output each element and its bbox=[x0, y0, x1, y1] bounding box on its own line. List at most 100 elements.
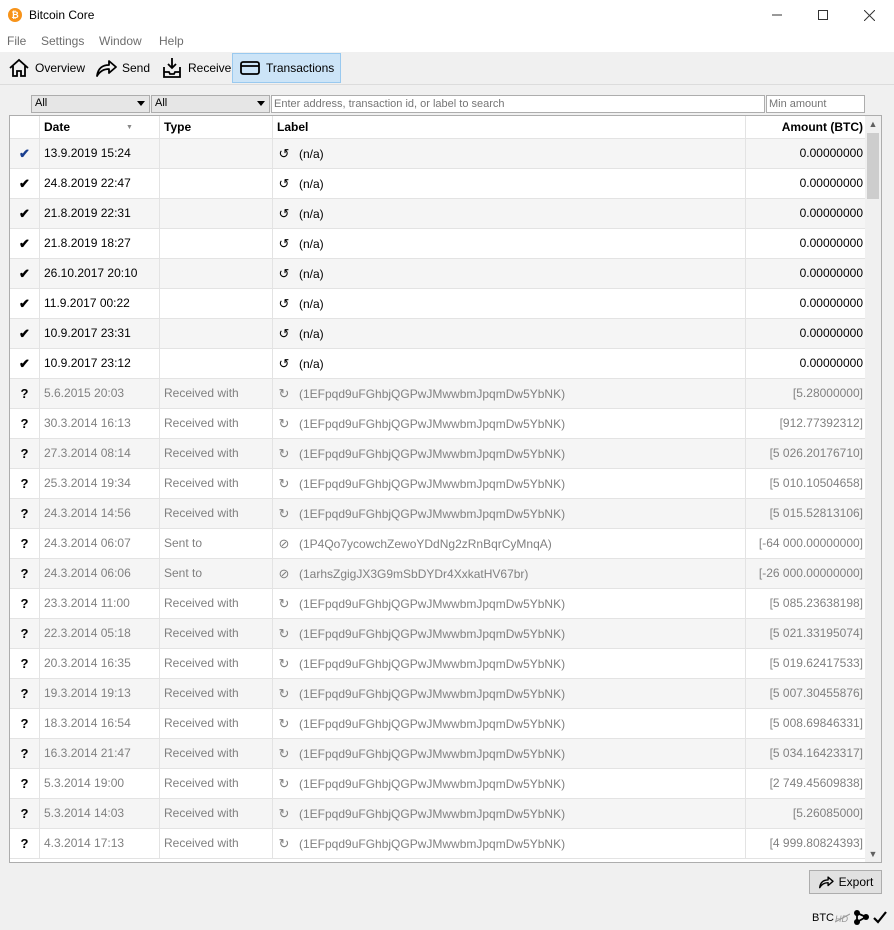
label-text: (1EFpqd9uFGhbjQGPwJMwwbmJpqmDw5YbNK) bbox=[299, 447, 566, 461]
label-cell: ↺ (n/a) bbox=[272, 229, 745, 259]
received-transaction-icon: ↻ bbox=[278, 806, 290, 821]
synced-checkmark-icon[interactable] bbox=[873, 911, 887, 924]
date-cell: 4.3.2014 17:13 bbox=[39, 829, 159, 859]
table-row[interactable]: ? 24.3.2014 14:56 Received with ↻ (1EFpqd9uF… bbox=[10, 499, 867, 529]
table-row[interactable]: ? 18.3.2014 16:54 Received with ↻ (1EFpqd9uF… bbox=[10, 709, 867, 739]
table-row[interactable]: ✔ 10.9.2017 23:31 ↺ (n/a) 0.00000000 bbox=[10, 319, 867, 349]
table-row[interactable]: ? 24.3.2014 06:07 Sent to ⊘ (1P4Qo7ycowchZew… bbox=[10, 529, 867, 559]
status-bar: BTC HD bbox=[0, 906, 894, 930]
menu-window[interactable]: Window bbox=[99, 34, 142, 48]
network-connections-icon[interactable] bbox=[853, 909, 871, 926]
table-row[interactable]: ✔ 10.9.2017 23:12 ↺ (n/a) 0.00000000 bbox=[10, 349, 867, 379]
date-cell: 5.6.2015 20:03 bbox=[39, 379, 159, 409]
label-text: (1EFpqd9uFGhbjQGPwJMwwbmJpqmDw5YbNK) bbox=[299, 387, 566, 401]
confirmed-checkmark-icon: ✔ bbox=[19, 356, 30, 371]
table-row[interactable]: ✔ 26.10.2017 20:10 ↺ (n/a) 0.00000000 bbox=[10, 259, 867, 289]
label-cell: ↻ (1EFpqd9uFGhbjQGPwJMwwbmJpqmDw5YbNK) bbox=[272, 439, 745, 469]
table-row[interactable]: ? 16.3.2014 21:47 Received with ↻ (1EFpqd9uF… bbox=[10, 739, 867, 769]
date-cell: 24.8.2019 22:47 bbox=[39, 169, 159, 199]
table-row[interactable]: ? 5.3.2014 14:03 Received with ↻ (1EFpqd9uFG… bbox=[10, 799, 867, 829]
table-row[interactable]: ? 23.3.2014 11:00 Received with ↻ (1EFpqd9uF… bbox=[10, 589, 867, 619]
label-cell: ↻ (1EFpqd9uFGhbjQGPwJMwwbmJpqmDw5YbNK) bbox=[272, 469, 745, 499]
type-column-header[interactable]: Type bbox=[159, 116, 272, 139]
menu-settings[interactable]: Settings bbox=[41, 34, 84, 48]
unit-selector[interactable]: BTC bbox=[812, 912, 834, 924]
received-transaction-icon: ↻ bbox=[278, 686, 290, 701]
label-cell: ↻ (1EFpqd9uFGhbjQGPwJMwwbmJpqmDw5YbNK) bbox=[272, 709, 745, 739]
table-row[interactable]: ✔ 21.8.2019 18:27 ↺ (n/a) 0.00000000 bbox=[10, 229, 867, 259]
table-row[interactable]: ? 22.3.2014 05:18 Received with ↻ (1EFpqd9uF… bbox=[10, 619, 867, 649]
amount-cell: [2 749.45609838] bbox=[745, 769, 867, 799]
menu-file[interactable]: File bbox=[7, 34, 26, 48]
table-row[interactable]: ? 5.6.2015 20:03 Received with ↻ (1EFpqd9uFG… bbox=[10, 379, 867, 409]
amount-cell: [-64 000.00000000] bbox=[745, 529, 867, 559]
date-cell: 26.10.2017 20:10 bbox=[39, 259, 159, 289]
type-cell: Received with bbox=[159, 499, 272, 529]
minimize-button[interactable] bbox=[754, 0, 800, 30]
date-cell: 16.3.2014 21:47 bbox=[39, 739, 159, 769]
table-row[interactable]: ✔ 11.9.2017 00:22 ↺ (n/a) 0.00000000 bbox=[10, 289, 867, 319]
received-transaction-icon: ↻ bbox=[278, 596, 290, 611]
label-cell: ↺ (n/a) bbox=[272, 169, 745, 199]
minimize-icon bbox=[772, 14, 782, 16]
table-row[interactable]: ? 19.3.2014 19:13 Received with ↻ (1EFpqd9uF… bbox=[10, 679, 867, 709]
date-column-header[interactable]: Date ▼ bbox=[39, 116, 159, 139]
table-row[interactable]: ? 25.3.2014 19:34 Received with ↻ (1EFpqd9uF… bbox=[10, 469, 867, 499]
receive-tab[interactable]: Receive bbox=[155, 53, 237, 83]
maximize-icon bbox=[818, 10, 828, 20]
vertical-scrollbar[interactable]: ▲ ▼ bbox=[865, 116, 881, 862]
overview-tab[interactable]: Overview bbox=[2, 53, 91, 83]
amount-column-header[interactable]: Amount (BTC) bbox=[745, 116, 867, 139]
search-input[interactable] bbox=[271, 95, 765, 113]
table-row[interactable]: ? 30.3.2014 16:13 Received with ↻ (1EFpqd9uF… bbox=[10, 409, 867, 439]
label-text: (1EFpqd9uFGhbjQGPwJMwwbmJpqmDw5YbNK) bbox=[299, 747, 566, 761]
min-amount-input[interactable] bbox=[766, 95, 865, 113]
scrollbar-thumb[interactable] bbox=[867, 133, 879, 199]
date-cell: 20.3.2014 16:35 bbox=[39, 649, 159, 679]
label-column-header[interactable]: Label bbox=[272, 116, 745, 139]
type-cell bbox=[159, 169, 272, 199]
date-cell: 22.3.2014 05:18 bbox=[39, 619, 159, 649]
scroll-down-icon[interactable]: ▼ bbox=[865, 846, 881, 862]
close-button[interactable] bbox=[846, 0, 892, 30]
scroll-up-icon[interactable]: ▲ bbox=[865, 116, 881, 132]
label-text: (1EFpqd9uFGhbjQGPwJMwwbmJpqmDw5YbNK) bbox=[299, 627, 566, 641]
type-cell bbox=[159, 289, 272, 319]
status-column-header[interactable] bbox=[10, 116, 39, 139]
maximize-button[interactable] bbox=[800, 0, 846, 30]
sort-descending-icon: ▼ bbox=[126, 124, 133, 131]
table-row[interactable]: ? 4.3.2014 17:13 Received with ↻ (1EFpqd9uFG… bbox=[10, 829, 867, 859]
transactions-tab[interactable]: Transactions bbox=[232, 53, 342, 83]
unconfirmed-question-icon: ? bbox=[20, 656, 29, 671]
table-row[interactable]: ? 5.3.2014 19:00 Received with ↻ (1EFpqd9uFG… bbox=[10, 769, 867, 799]
type-cell: Received with bbox=[159, 709, 272, 739]
date-cell: 19.3.2014 19:13 bbox=[39, 679, 159, 709]
received-transaction-icon: ↻ bbox=[278, 836, 290, 851]
amount-cell: 0.00000000 bbox=[745, 139, 867, 169]
amount-cell: 0.00000000 bbox=[745, 169, 867, 199]
amount-cell: [5 007.30455876] bbox=[745, 679, 867, 709]
date-cell: 10.9.2017 23:31 bbox=[39, 319, 159, 349]
unconfirmed-question-icon: ? bbox=[20, 626, 29, 641]
label-cell: ↻ (1EFpqd9uFGhbjQGPwJMwwbmJpqmDw5YbNK) bbox=[272, 799, 745, 829]
date-cell: 13.9.2019 15:24 bbox=[39, 139, 159, 169]
send-tab[interactable]: Send bbox=[89, 53, 156, 83]
amount-cell: 0.00000000 bbox=[745, 289, 867, 319]
table-row[interactable]: ? 24.3.2014 06:06 Sent to ⊘ (1arhsZgigJX3G9m… bbox=[10, 559, 867, 589]
table-row[interactable]: ? 27.3.2014 08:14 Received with ↻ (1EFpqd9uF… bbox=[10, 439, 867, 469]
table-row[interactable]: ✔ 21.8.2019 22:31 ↺ (n/a) 0.00000000 bbox=[10, 199, 867, 229]
label-text: (n/a) bbox=[299, 357, 324, 371]
confirmed-checkmark-icon: ✔ bbox=[19, 266, 30, 281]
overview-label: Overview bbox=[35, 61, 86, 75]
type-filter-select[interactable]: All bbox=[151, 95, 270, 113]
table-row[interactable]: ✔ 13.9.2019 15:24 ↺ (n/a) 0.00000000 bbox=[10, 139, 867, 169]
table-row[interactable]: ? 20.3.2014 16:35 Received with ↻ (1EFpqd9uF… bbox=[10, 649, 867, 679]
window-title: Bitcoin Core bbox=[29, 8, 95, 22]
table-row[interactable]: ✔ 24.8.2019 22:47 ↺ (n/a) 0.00000000 bbox=[10, 169, 867, 199]
export-button[interactable]: Export bbox=[809, 870, 882, 894]
date-filter-select[interactable]: All bbox=[31, 95, 150, 113]
unconfirmed-question-icon: ? bbox=[20, 776, 29, 791]
sent-transaction-icon: ⊘ bbox=[278, 536, 290, 551]
toolbar: Overview Send Receive Transactions bbox=[0, 52, 894, 85]
menu-help[interactable]: Help bbox=[159, 34, 184, 48]
